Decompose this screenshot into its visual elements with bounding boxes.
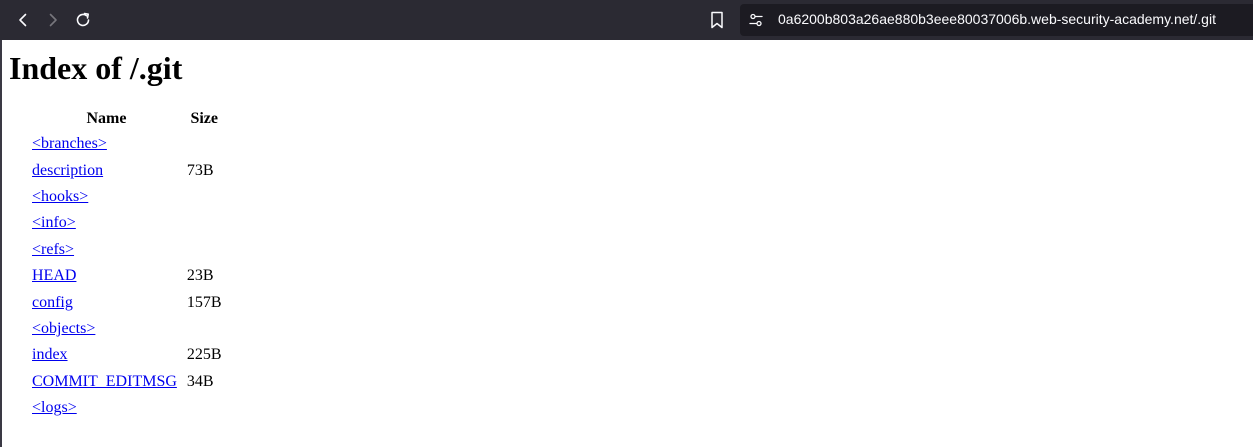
entry-link-objects[interactable]: <objects>	[32, 320, 95, 337]
entry-size	[185, 238, 224, 262]
directory-listing-table: Name Size <branches> description 73B <ho…	[28, 106, 226, 422]
entry-size: 73B	[186, 161, 214, 179]
entry-size	[185, 317, 224, 341]
entry-link-branches[interactable]: <branches>	[32, 135, 107, 152]
address-bar[interactable]: 0a6200b803a26ae880b3eee80037006b.web-sec…	[740, 4, 1253, 36]
table-header-row: Name Size	[30, 108, 224, 130]
table-row: HEAD 23B	[30, 264, 224, 288]
entry-size	[185, 185, 224, 209]
entry-link-info[interactable]: <info>	[32, 214, 76, 231]
entry-link-hooks[interactable]: <hooks>	[32, 188, 88, 205]
table-row: <branches>	[30, 132, 224, 156]
entry-size	[185, 211, 224, 235]
site-info-icon[interactable]	[748, 12, 764, 28]
table-row: <objects>	[30, 317, 224, 341]
entry-size	[185, 132, 224, 156]
table-row: <refs>	[30, 238, 224, 262]
table-row: <info>	[30, 211, 224, 235]
entry-link-refs[interactable]: <refs>	[32, 241, 74, 258]
reload-icon[interactable]	[71, 8, 95, 32]
table-row: COMMIT_EDITMSG 34B	[30, 370, 224, 394]
entry-link-description[interactable]: description	[32, 162, 103, 179]
page-content: Index of /.git Name Size <branches> desc…	[0, 40, 1253, 447]
back-arrow-icon[interactable]	[11, 8, 35, 32]
entry-link-logs[interactable]: <logs>	[32, 399, 77, 416]
entry-link-head[interactable]: HEAD	[32, 267, 76, 284]
entry-size: 225B	[186, 346, 222, 364]
page-title: Index of /.git	[9, 50, 183, 86]
browser-toolbar: 0a6200b803a26ae880b3eee80037006b.web-sec…	[0, 0, 1253, 40]
size-column-header: Size	[190, 110, 218, 127]
table-row: index 225B	[30, 343, 224, 367]
table-row: description 73B	[30, 158, 224, 182]
entry-size: 157B	[186, 293, 222, 311]
url-text[interactable]: 0a6200b803a26ae880b3eee80037006b.web-sec…	[778, 11, 1216, 27]
table-row: <hooks>	[30, 185, 224, 209]
entry-link-commit-editmsg[interactable]: COMMIT_EDITMSG	[32, 373, 177, 390]
table-row: <logs>	[30, 396, 224, 420]
entry-size: 23B	[186, 267, 214, 285]
entry-size: 34B	[186, 372, 214, 390]
forward-arrow-icon[interactable]	[41, 8, 65, 32]
entry-link-index[interactable]: index	[32, 346, 68, 363]
entry-link-config[interactable]: config	[32, 294, 73, 311]
table-row: config 157B	[30, 290, 224, 314]
bookmark-icon[interactable]	[706, 9, 728, 31]
name-column-header: Name	[86, 110, 127, 127]
entry-size	[185, 396, 224, 420]
